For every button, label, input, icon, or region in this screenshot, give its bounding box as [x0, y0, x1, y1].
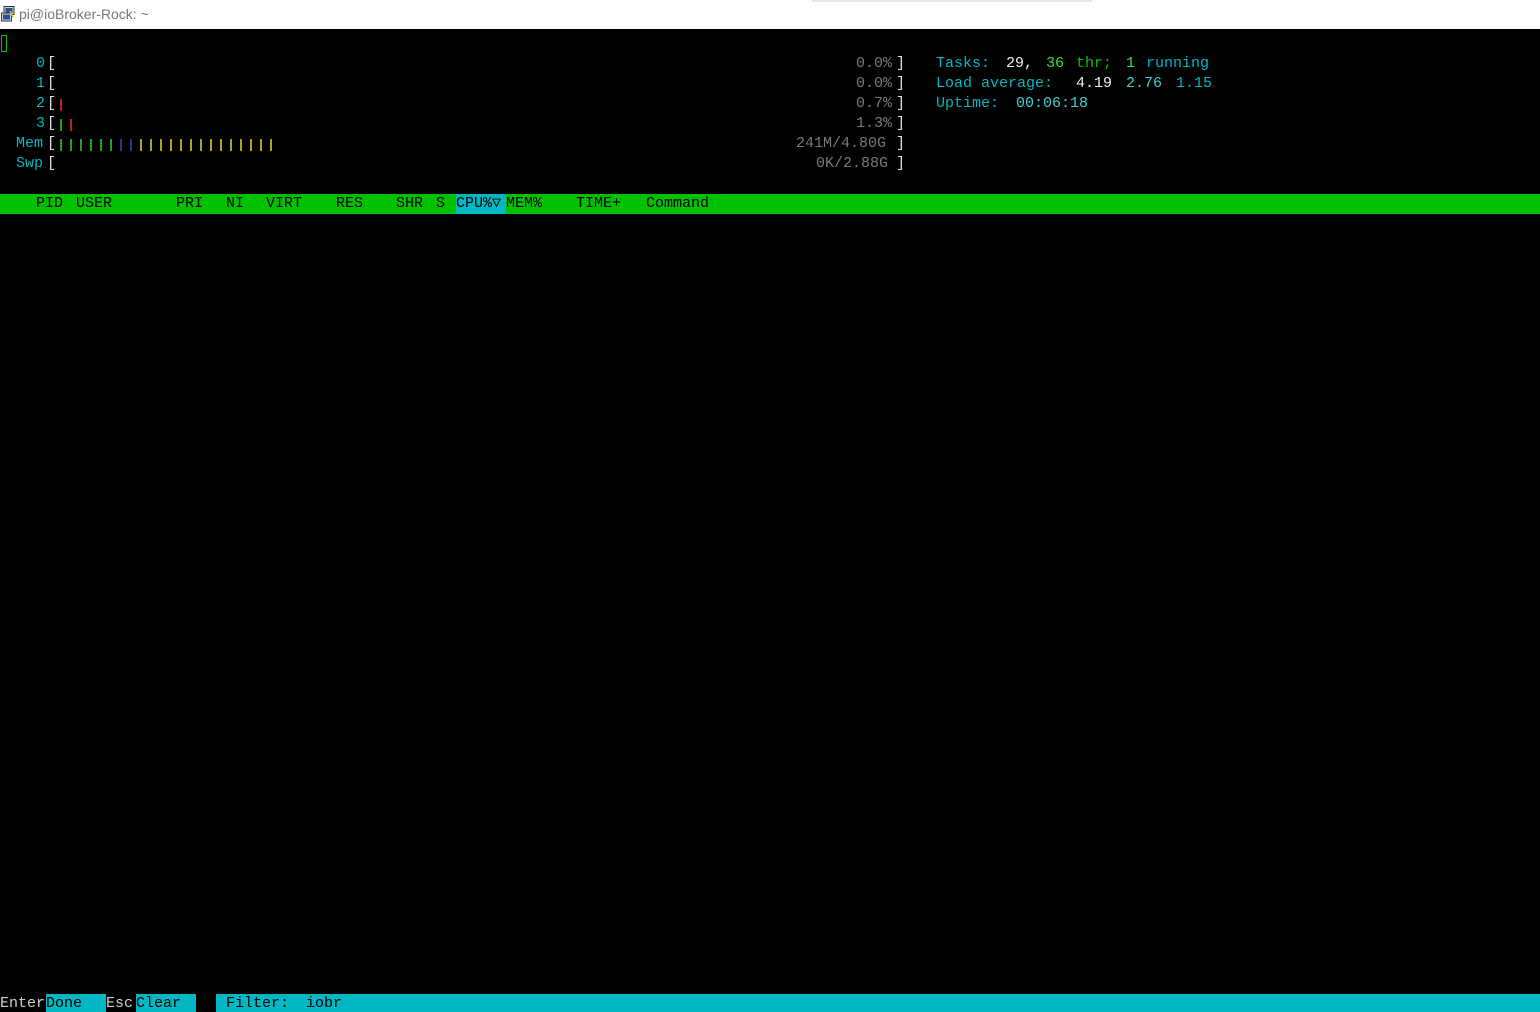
mem-bar-segment	[270, 139, 272, 151]
enter-key[interactable]: Enter	[0, 994, 46, 1012]
mem-bar-segment	[120, 139, 122, 151]
load-average-1: 4.19	[1076, 75, 1113, 92]
filter-label: Filter:	[226, 995, 290, 1012]
tasks-label: Tasks:	[936, 55, 991, 72]
filter-input[interactable]: iobr	[306, 994, 342, 1012]
load-average-15: 1.15	[1176, 75, 1213, 92]
mem-label: Mem	[16, 135, 44, 152]
mem-bar-segment	[210, 139, 212, 151]
process-table-header: PID USER PRI NI VIRT RES SHR S CPU%▽ MEM…	[0, 194, 1540, 214]
mem-bar-segment	[130, 139, 132, 151]
mem-bar-segment	[180, 139, 182, 151]
cpu-1-open-bracket: [	[47, 75, 57, 92]
mem-bar-segment	[250, 139, 252, 151]
cpu-3-label: 3	[36, 115, 46, 132]
swp-open-bracket: [	[47, 155, 57, 172]
window-title-bar[interactable]: pi@ioBroker-Rock: ~	[0, 0, 1540, 29]
cpu-1-close-bracket: ]	[896, 75, 906, 92]
cpu-2-bar-segment	[60, 99, 62, 111]
column-shr[interactable]: SHR	[396, 194, 423, 214]
column-ni[interactable]: NI	[226, 194, 244, 214]
tasks-count: 29,	[1006, 55, 1034, 72]
footer-separator	[196, 994, 216, 1012]
running-count: 1	[1126, 55, 1136, 72]
mem-bar-segment	[160, 139, 162, 151]
process-list[interactable]	[0, 214, 1540, 994]
column-cpu-sorted[interactable]: CPU%▽	[456, 194, 506, 214]
cpu-0-value: 0.0%	[856, 55, 893, 72]
cpu-2-open-bracket: [	[47, 95, 57, 112]
terminal-cursor	[1, 35, 7, 52]
mem-value: 241M/4.80G	[796, 135, 887, 152]
cpu-2-close-bracket: ]	[896, 95, 906, 112]
threads-count: 36	[1046, 55, 1065, 72]
swp-close-bracket: ]	[896, 155, 906, 172]
mem-bar-segment	[60, 139, 62, 151]
title-bar-shadow	[812, 0, 1092, 2]
mem-bar-segment	[80, 139, 82, 151]
mem-bar-segment	[190, 139, 192, 151]
cpu-3-bar-segment	[60, 119, 62, 131]
column-mem[interactable]: MEM%	[506, 194, 542, 214]
window-title: pi@ioBroker-Rock: ~	[19, 6, 149, 22]
mem-bar-segment	[220, 139, 222, 151]
cpu-0-label: 0	[36, 55, 46, 72]
column-time[interactable]: TIME+	[576, 194, 621, 214]
mem-bar-segment	[240, 139, 242, 151]
mem-bar-segment	[260, 139, 262, 151]
column-virt[interactable]: VIRT	[266, 194, 302, 214]
column-state[interactable]: S	[436, 194, 445, 214]
column-pri[interactable]: PRI	[176, 194, 203, 214]
mem-bar-segment	[170, 139, 172, 151]
mem-bar-segment	[110, 139, 112, 151]
running-label: running	[1146, 55, 1210, 72]
cpu-3-value: 1.3%	[856, 115, 893, 132]
mem-bar-segment	[230, 139, 232, 151]
cpu-0-close-bracket: ]	[896, 55, 906, 72]
cpu-1-value: 0.0%	[856, 75, 893, 92]
mem-bar-segment	[140, 139, 142, 151]
mem-bar-segment	[200, 139, 202, 151]
column-user[interactable]: USER	[76, 194, 112, 214]
done-action[interactable]: Done	[46, 994, 82, 1012]
load-average-label: Load average:	[936, 75, 1054, 92]
cpu-2-label: 2	[36, 95, 46, 112]
cpu-0-open-bracket: [	[47, 55, 57, 72]
column-pid[interactable]: PID	[36, 194, 63, 214]
swp-value: 0K/2.88G	[816, 155, 889, 172]
mem-usage-bar	[56, 134, 278, 154]
cpu-3-bar-segment	[70, 119, 72, 131]
putty-icon	[1, 6, 15, 22]
cpu-3-usage-bar	[56, 114, 80, 134]
cpu-3-close-bracket: ]	[896, 115, 906, 132]
clear-action[interactable]: Clear	[136, 994, 181, 1012]
filter-bar: Enter Done Esc Clear Filter: iobr	[0, 994, 1540, 1012]
mem-bar-segment	[90, 139, 92, 151]
mem-bar-segment	[100, 139, 102, 151]
cpu-2-usage-bar	[56, 94, 76, 114]
column-res[interactable]: RES	[336, 194, 363, 214]
mem-open-bracket: [	[47, 135, 57, 152]
mem-close-bracket: ]	[896, 135, 906, 152]
cpu-2-value: 0.7%	[856, 95, 893, 112]
threads-label: thr;	[1076, 55, 1113, 72]
load-average-5: 2.76	[1126, 75, 1163, 92]
uptime-value: 00:06:18	[1016, 95, 1089, 112]
esc-key[interactable]: Esc	[106, 994, 136, 1012]
mem-bar-segment	[70, 139, 72, 151]
cpu-1-label: 1	[36, 75, 46, 92]
swp-label: Swp	[16, 155, 44, 172]
cpu-3-open-bracket: [	[47, 115, 57, 132]
mem-bar-segment	[150, 139, 152, 151]
uptime-label: Uptime:	[936, 95, 1000, 112]
column-command[interactable]: Command	[646, 194, 709, 214]
